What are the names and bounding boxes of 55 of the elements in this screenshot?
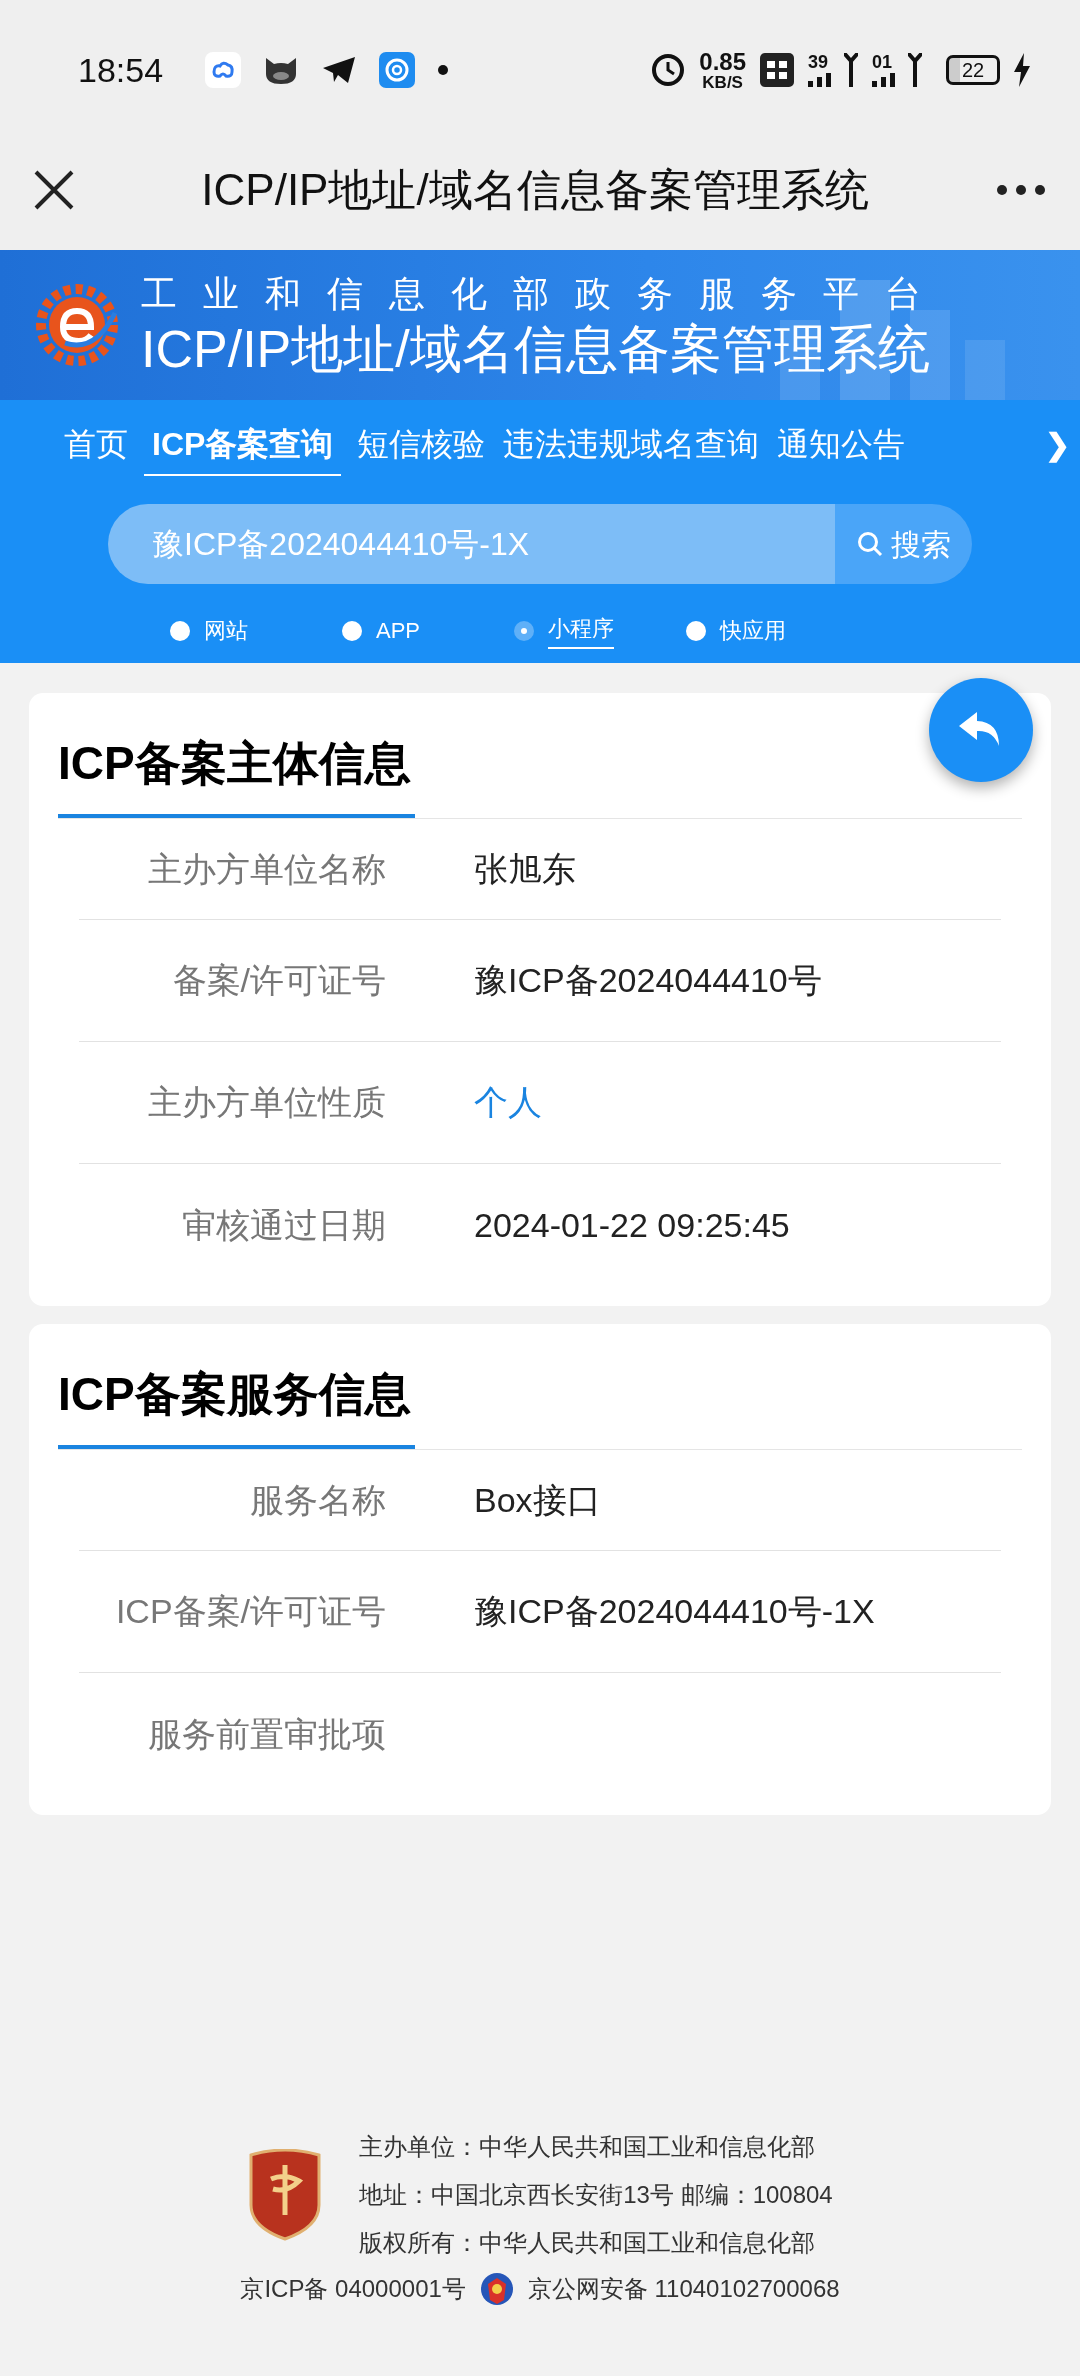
app-badge-icon bbox=[760, 53, 794, 87]
cloud-app-icon bbox=[205, 52, 242, 88]
speed-unit: KB/S bbox=[702, 73, 743, 91]
nav-tab[interactable]: 短信核验 bbox=[355, 420, 488, 468]
gear-e-logo-icon bbox=[35, 283, 119, 367]
field-label: 服务前置审批项 bbox=[147, 1713, 386, 1755]
alarm-clock-icon bbox=[651, 53, 686, 87]
field-label: 主办方单位名称 bbox=[147, 848, 386, 890]
nav-tab[interactable]: ICP备案查询 bbox=[144, 412, 342, 476]
emblem-badge-icon bbox=[247, 2149, 324, 2241]
banner-subtitle: 工业和信息化部政务服务平台 bbox=[141, 272, 947, 316]
field-value: Box接口 bbox=[474, 1479, 601, 1521]
sim-signal-label: 39 bbox=[808, 53, 829, 71]
police-record-link[interactable]: 京公网安备 11040102700068 bbox=[527, 2271, 840, 2307]
page-title: ICP/IP地址/域名信息备案管理系统 bbox=[200, 164, 870, 216]
charging-bolt-icon bbox=[1014, 53, 1030, 87]
search-icon bbox=[856, 531, 883, 557]
type-radio[interactable]: 快应用 bbox=[686, 612, 858, 649]
field-label: 服务名称 bbox=[249, 1479, 386, 1521]
nav-tab[interactable]: 首页 bbox=[62, 420, 130, 468]
banner-title: ICP/IP地址/域名信息备案管理系统 bbox=[141, 319, 931, 380]
field-value: 豫ICP备2024044410号-1X bbox=[474, 1591, 875, 1632]
search-button[interactable]: 搜索 bbox=[835, 504, 972, 584]
type-radio[interactable]: 网站 bbox=[170, 612, 342, 649]
field-label: 主办方单位性质 bbox=[147, 1082, 386, 1123]
antenna-icon bbox=[908, 53, 922, 87]
next-arrow[interactable]: ❯ bbox=[1045, 421, 1070, 467]
section-title: ICP备案主体信息 bbox=[58, 729, 415, 818]
c-app-icon bbox=[379, 52, 416, 88]
field-label: ICP备案/许可证号 bbox=[114, 1591, 386, 1632]
field-value: 张旭东 bbox=[474, 848, 576, 890]
field-label: 备案/许可证号 bbox=[171, 960, 386, 1001]
footer-text: 主办单位：中华人民共和国工业和信息化部 bbox=[359, 2132, 817, 2162]
search-field[interactable]: 豫ICP备2024044410号-1X bbox=[108, 504, 835, 584]
field-value[interactable]: 个人 bbox=[474, 1077, 542, 1128]
icp-record-link[interactable]: 京ICP备 04000001号 bbox=[240, 2271, 466, 2307]
type-radio[interactable]: 小程序 bbox=[514, 612, 686, 649]
field-label: 审核通过日期 bbox=[181, 1204, 386, 1246]
footer-text: 地址：中国北京西长安街13号 邮编：100804 bbox=[359, 2180, 833, 2210]
close-icon[interactable] bbox=[34, 170, 74, 210]
nav-tab[interactable]: 违法违规域名查询 bbox=[501, 420, 762, 468]
antenna-icon bbox=[844, 53, 858, 87]
section-title: ICP备案服务信息 bbox=[58, 1360, 415, 1449]
sim-signal-label: 01 bbox=[872, 53, 893, 71]
paper-plane-icon bbox=[321, 55, 358, 85]
footer-text: 版权所有：中华人民共和国工业和信息化部 bbox=[359, 2228, 817, 2258]
battery-indicator: 22 bbox=[946, 55, 1000, 85]
status-time: 18:54 bbox=[78, 49, 164, 91]
dot-icon bbox=[437, 64, 450, 76]
net-speed: 0.85 bbox=[699, 49, 746, 74]
type-radio[interactable]: APP bbox=[342, 612, 514, 649]
nav-tab[interactable]: 通知公告 bbox=[775, 420, 908, 468]
more-icon[interactable] bbox=[996, 184, 1046, 196]
field-value: 豫ICP备2024044410号 bbox=[474, 960, 822, 1001]
field-value: 2024-01-22 09:25:45 bbox=[474, 1204, 790, 1246]
